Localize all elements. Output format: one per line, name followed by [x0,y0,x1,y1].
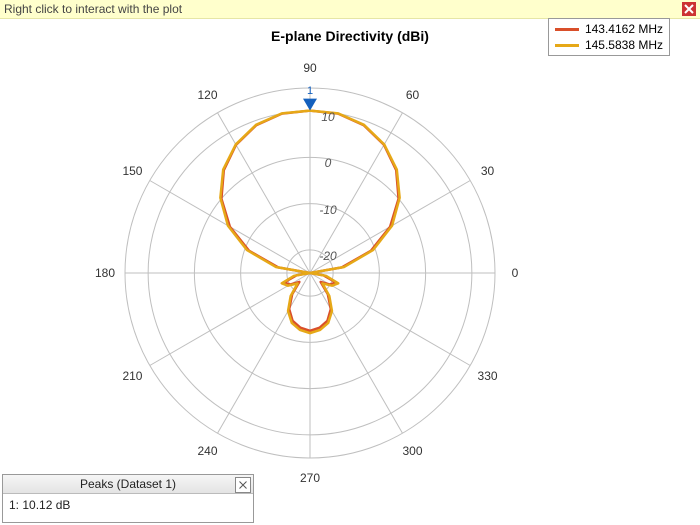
legend-item: 143.4162 MHz [555,21,663,37]
angle-tick-label: 300 [402,444,422,458]
angle-tick-label: 150 [122,164,142,178]
angle-tick-label: 330 [478,369,498,383]
ring-tick-label: -10 [319,203,336,217]
info-bar-text: Right click to interact with the plot [4,2,182,16]
ring-tick-label: 10 [321,110,334,124]
info-bar: Right click to interact with the plot [0,0,700,19]
peaks-panel-body: 1: 10.12 dB [3,494,253,522]
peaks-panel-title: Peaks (Dataset 1) [80,477,176,491]
close-icon[interactable] [682,2,696,16]
legend-swatch [555,28,579,31]
ring-tick-label: 0 [325,156,332,170]
angle-tick-label: 180 [95,266,115,280]
peak-marker-label: 1 [307,85,313,97]
angle-tick-label: 210 [122,369,142,383]
angle-tick-label: 60 [406,88,419,102]
peaks-panel-header: Peaks (Dataset 1) [3,475,253,494]
angle-tick-label: 0 [512,266,519,280]
peaks-panel: Peaks (Dataset 1) 1: 10.12 dB [2,474,254,523]
angle-tick-label: 270 [300,471,320,485]
angle-tick-label: 240 [197,444,217,458]
angle-tick-label: 90 [303,61,316,75]
ring-tick-label: -20 [319,249,336,263]
angle-tick-label: 120 [197,88,217,102]
legend-label: 143.4162 MHz [585,21,663,37]
peaks-row: 1: 10.12 dB [9,498,247,512]
polar-plot[interactable]: 0 30 60 90 120 150 180 210 240 270 300 330 -20 -10 0 10… [0,48,700,488]
angle-tick-label: 30 [481,164,494,178]
close-icon[interactable] [235,477,251,493]
legend-swatch [555,44,579,47]
